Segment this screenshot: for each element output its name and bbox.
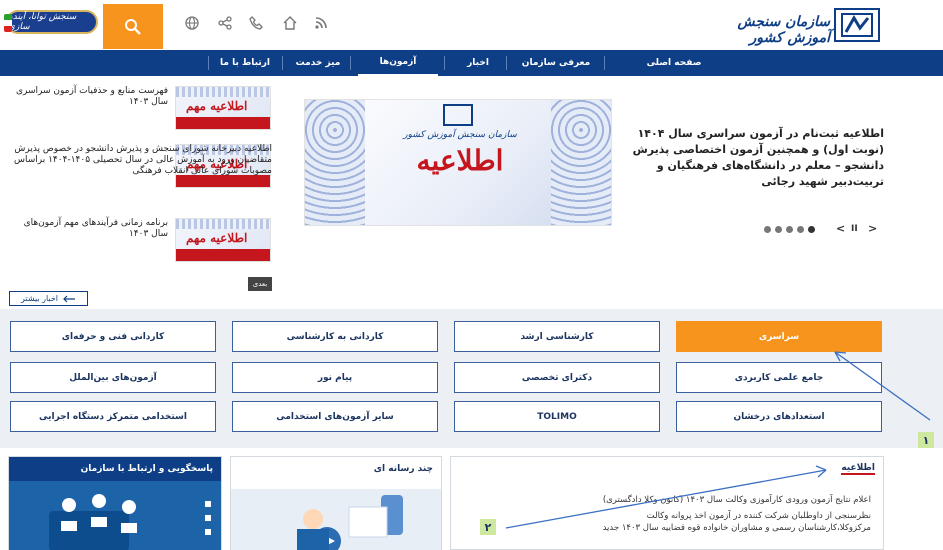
annotation-label-1: ۱ [918,432,934,448]
annotation-label-2: ۲ [480,519,496,535]
annotation-arrows [505,351,931,529]
